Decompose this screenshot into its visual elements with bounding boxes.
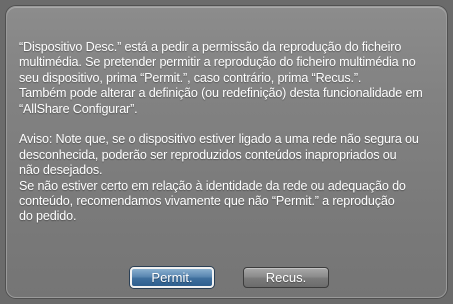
permit-button[interactable]: Permit. [130,267,214,288]
permission-request-paragraph: “Dispositivo Desc.” está a pedir a permi… [19,40,423,116]
warning-paragraph: Aviso: Note que, se o dispositivo estive… [19,132,419,224]
dialog-message: “Dispositivo Desc.” está a pedir a permi… [19,40,441,225]
refuse-button[interactable]: Recus. [243,267,329,288]
permission-dialog: “Dispositivo Desc.” está a pedir a permi… [6,6,447,298]
